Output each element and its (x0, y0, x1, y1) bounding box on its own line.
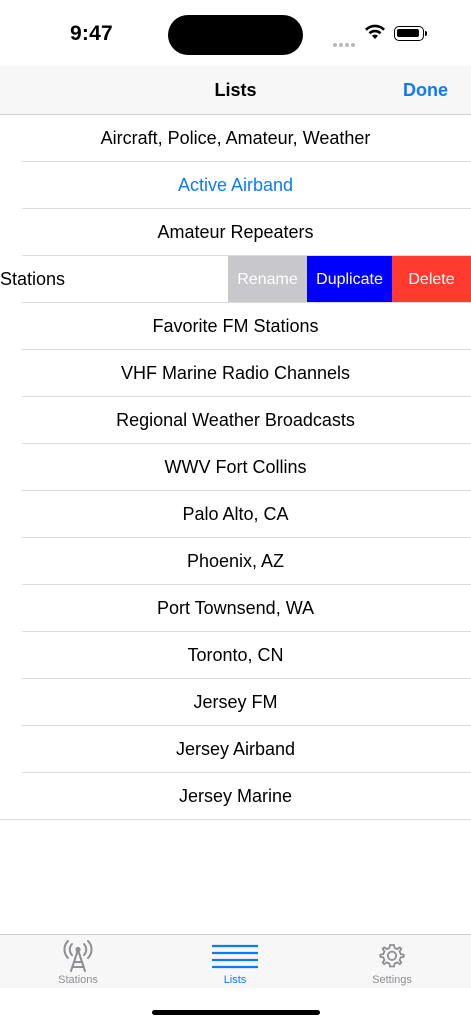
dynamic-island (168, 15, 303, 55)
gear-icon (379, 944, 405, 968)
list-row-label: Regional Weather Broadcasts (116, 410, 355, 430)
list-row[interactable]: Palo Alto, CA (0, 491, 471, 538)
tab-settings[interactable]: Settings (332, 935, 452, 989)
list-row[interactable]: Favorite FM Stations (0, 303, 471, 350)
list-row-label: Stations (0, 269, 66, 289)
list-row-label: WWV Fort Collins (164, 457, 307, 477)
status-time: 9:47 (70, 22, 113, 45)
list-row[interactable]: Toronto, CN (0, 632, 471, 679)
list-row[interactable]: WWV Fort Collins (0, 444, 471, 491)
list-row-swiped[interactable]: Stations Rename Duplicate Delete (0, 256, 471, 303)
tab-label: Settings (372, 974, 412, 986)
radio-tower-icon (63, 940, 93, 972)
duplicate-button[interactable]: Duplicate (307, 256, 392, 303)
navigation-bar: Lists Done (0, 66, 471, 115)
list-row[interactable]: Jersey Marine (0, 773, 471, 820)
lists-table: Aircraft, Police, Amateur, Weather Activ… (0, 115, 471, 820)
list-row-label: VHF Marine Radio Channels (120, 363, 351, 383)
list-row-label: Jersey Airband (175, 739, 296, 759)
page-title: Lists (214, 80, 257, 100)
tab-bar: Stations Lists Settings (0, 934, 471, 989)
list-row-label: Aircraft, Police, Amateur, Weather (100, 128, 371, 148)
list-row[interactable]: Phoenix, AZ (0, 538, 471, 585)
list-row-active[interactable]: Active Airband (0, 162, 471, 209)
list-row[interactable]: Regional Weather Broadcasts (0, 397, 471, 444)
delete-button[interactable]: Delete (392, 256, 471, 303)
list-row[interactable]: Jersey Airband (0, 726, 471, 773)
status-bar: 9:47 (0, 0, 471, 66)
rename-button[interactable]: Rename (228, 256, 307, 303)
list-row-label: Port Townsend, WA (156, 598, 315, 618)
cellular-signal-icon (333, 34, 357, 52)
list-row[interactable]: Port Townsend, WA (0, 585, 471, 632)
tab-label: Lists (223, 974, 247, 986)
list-row-label: Phoenix, AZ (186, 551, 285, 571)
list-row-label: Palo Alto, CA (182, 504, 289, 524)
list-row[interactable]: Jersey FM (0, 679, 471, 726)
list-lines-icon (212, 944, 258, 969)
battery-icon (394, 26, 424, 41)
list-row-label: Toronto, CN (187, 645, 284, 665)
tab-stations[interactable]: Stations (18, 935, 138, 989)
home-indicator[interactable] (152, 1010, 320, 1015)
list-row-label: Favorite FM Stations (152, 316, 319, 336)
tab-lists[interactable]: Lists (175, 935, 295, 989)
wifi-icon (365, 24, 385, 39)
list-row[interactable]: Aircraft, Police, Amateur, Weather (0, 115, 471, 162)
done-button[interactable]: Done (403, 80, 448, 101)
list-row-label: Amateur Repeaters (157, 222, 314, 242)
tab-label: Stations (58, 974, 98, 986)
list-row[interactable]: VHF Marine Radio Channels (0, 350, 471, 397)
list-row-label: Active Airband (177, 175, 294, 195)
swipe-actions: Rename Duplicate Delete (228, 256, 471, 303)
list-row-label: Jersey FM (193, 692, 278, 712)
list-row-label: Jersey Marine (178, 786, 293, 806)
list-row[interactable]: Amateur Repeaters (0, 209, 471, 256)
